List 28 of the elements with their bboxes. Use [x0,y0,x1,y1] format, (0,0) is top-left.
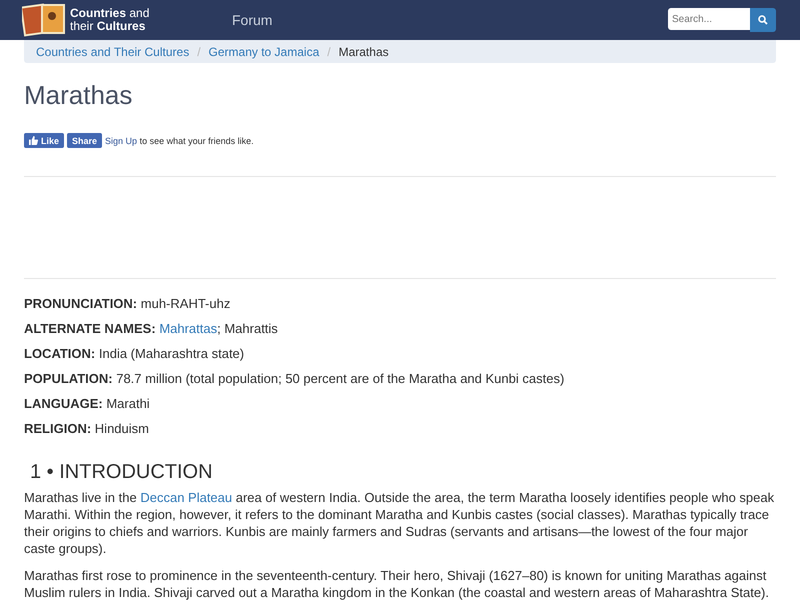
fact-line: ALTERNATE NAMES: Mahrattas; Mahrattis [24,320,279,338]
search-icon [758,15,768,25]
logo-icon [22,2,66,38]
like-button[interactable]: Like [24,133,64,148]
logo-text[interactable]: Countries and their Cultures [70,7,150,33]
fact-line: LOCATION: India (Maharashtra state) [24,345,246,363]
thumbs-up-icon [29,136,38,145]
breadcrumb-separator: / [197,44,201,58]
fact-line: LANGUAGE: Marathi [24,395,151,413]
breadcrumb-link[interactable]: Germany to Jamaica [208,44,320,58]
page-title: Marathas [24,80,134,111]
fact-line: POPULATION: 78.7 million (total population; 50 percent are of the Maratha and Kunbi castes) [24,370,566,388]
body-paragraph: Marathas first rose to prominence in the seventeenth-century. Their hero, Shivaji (1627–80) is known for uniting Marathas against Muslim rulers in India. Shivaji carved out a Maratha kingdom in the Konkan (the coastal and western areas of Maharashtra State). [24,567,770,600]
signup-text: Sign Up to see what your friends like. [105,136,254,146]
nav-link[interactable]: Forum [232,12,272,28]
search-button[interactable] [750,8,776,32]
body-paragraph: Marathas live in the Deccan Plateau area of western India. Outside the area, the term Maratha loosely identifies people who speak Marathi. Within the region, however, it refers to the dominant Maratha and Kunbis castes (social classes). Marathas typically trace their origins to chiefs and warriors. Kunbis are mainly farmers and Sudras (servants and artisans—the lowest of the four major caste groups). [24,489,776,557]
search-field[interactable]: Search... [668,8,750,30]
current-page-label: Marathas [338,44,389,58]
signup-link[interactable]: Sign Up [105,136,138,146]
share-button[interactable]: Share [67,133,102,148]
breadcrumb-separator: / [327,44,331,58]
text-link[interactable]: Deccan Plateau [140,490,232,505]
fact-line: PRONUNCIATION: muh-RAHT-uhz [24,295,232,313]
fact-line: RELIGION: Hinduism [24,420,150,438]
section-heading: 1 • INTRODUCTION [30,461,214,484]
breadcrumb-link[interactable]: Countries and Their Cultures [36,44,190,58]
text-link[interactable]: Mahrattas [159,321,218,336]
